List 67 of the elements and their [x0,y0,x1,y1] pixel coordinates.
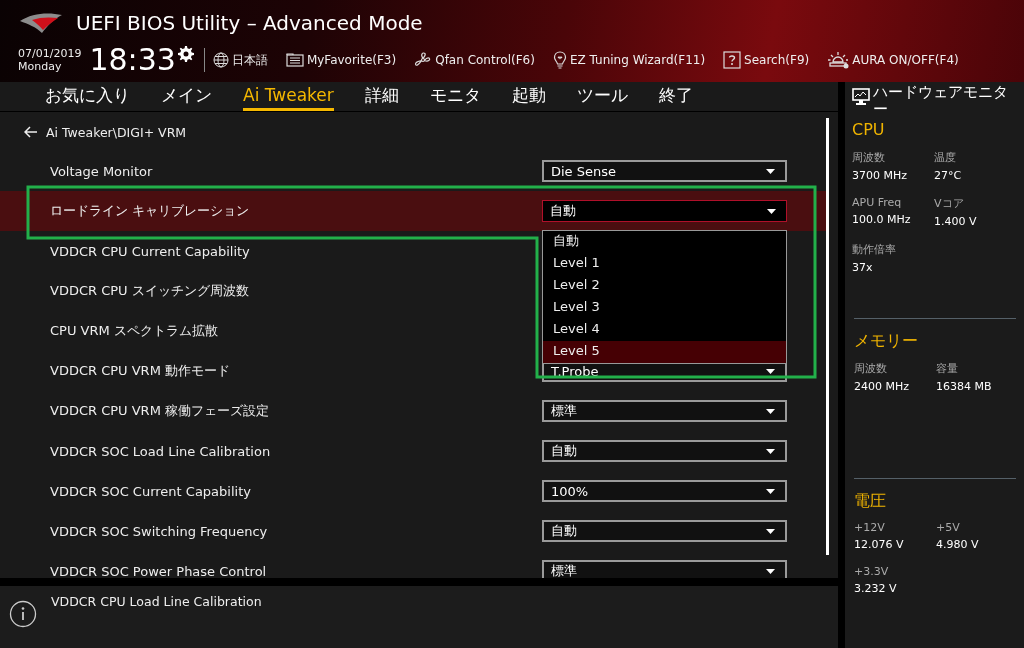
dropdown-option[interactable]: Level 3 [543,297,786,319]
menu-tab[interactable]: メイン [161,82,212,111]
reading-label: 容量 [936,361,959,376]
reading-value: 4.980 V [936,538,980,551]
dropdown-option[interactable]: Level 5 [543,341,786,363]
breadcrumb-path: Ai Tweaker\DIGI+ VRM [46,124,187,140]
reading-label: +5V [936,521,961,534]
toolbar-button[interactable]: Qfan Control(F6) [414,51,535,69]
select-field[interactable]: 標準 [542,560,787,578]
select-field[interactable]: 自動 [542,200,787,222]
select-field[interactable]: 自動 [542,440,787,462]
section-title: メモリー [854,331,919,351]
select-field[interactable]: 標準 [542,400,787,422]
setting-label: VDDCR SOC Load Line Calibration [50,443,271,459]
toolbar-button[interactable]: Search(F9) [723,51,810,69]
reading-label: 動作倍率 [852,242,897,257]
setting-label: VDDCR SOC Switching Frequency [50,523,268,539]
setting-label: ロードライン キャリブレーション [50,202,250,220]
dropdown-option[interactable]: Level 2 [543,275,786,297]
dropdown-option[interactable]: Level 4 [543,319,786,341]
select-field[interactable]: 自動 [542,520,787,542]
setting-label: CPU VRM スペクトラム拡散 [50,322,218,340]
menu-tab[interactable]: お気に入り [45,82,130,111]
reading-label: 周波数 [852,150,886,165]
reading-value: 37x [852,261,874,274]
dropdown-option[interactable]: Level 1 [543,253,786,275]
setting-label: VDDCR CPU VRM 稼働フェーズ設定 [50,402,269,420]
toolbar-button[interactable]: 日本語 [212,51,268,69]
menu-tab[interactable]: ツール [576,82,628,111]
date-text: 07/01/2019 [18,47,82,60]
setting-label: Voltage Monitor [50,163,153,179]
reading-label: 周波数 [854,361,888,376]
setting-label: VDDCR CPU VRM 動作モード [50,362,230,380]
reading-value: 16384 MB [936,380,993,393]
window-title: UEFI BIOS Utility – Advanced Mode [76,11,423,35]
weekday-text: Monday [18,60,63,73]
reading-value: 3.232 V [854,582,898,595]
setting-label: VDDCR CPU スイッチング周波数 [50,282,249,300]
dropdown-option[interactable]: 自動 [543,231,786,253]
reading-value: 100.0 MHz [852,213,912,226]
section-title: CPU [852,120,886,140]
reading-value: 27°C [934,169,963,182]
menu-tab[interactable]: 起動 [511,82,546,111]
reading-value: 2400 MHz [854,380,911,393]
reading-value: 12.076 V [854,538,905,551]
select-field[interactable]: 100% [542,480,787,502]
reading-label: +12V [854,521,886,534]
menu-tab[interactable]: 詳細 [364,82,399,111]
setting-label: VDDCR SOC Power Phase Control [50,563,267,578]
panel-title: ハードウェアモニター [873,84,1009,118]
select-field[interactable]: Die Sense [542,160,787,182]
toolbar-button[interactable]: EZ Tuning Wizard(F11) [552,51,706,69]
reading-value: 3700 MHz [852,169,909,182]
reading-label: Vコア [934,196,965,211]
section-title: 電圧 [854,491,887,511]
reading-label: +3.3V [854,565,890,578]
menu-tab[interactable]: モニタ [429,82,481,111]
reading-label: APU Freq [852,196,903,209]
setting-label: VDDCR SOC Current Capability [50,483,251,499]
toolbar-button[interactable]: AURA ON/OFF(F4) [827,51,959,69]
reading-value: 1.400 V [934,215,978,228]
clock-time: 18:33 [89,43,176,77]
help-text: VDDCR CPU Load Line Calibration [51,594,262,609]
menu-tab[interactable]: 終了 [658,82,693,111]
setting-label: VDDCR CPU Current Capability [50,243,250,259]
reading-label: 温度 [934,150,957,165]
toolbar-button[interactable]: MyFavorite(F3) [285,51,397,69]
